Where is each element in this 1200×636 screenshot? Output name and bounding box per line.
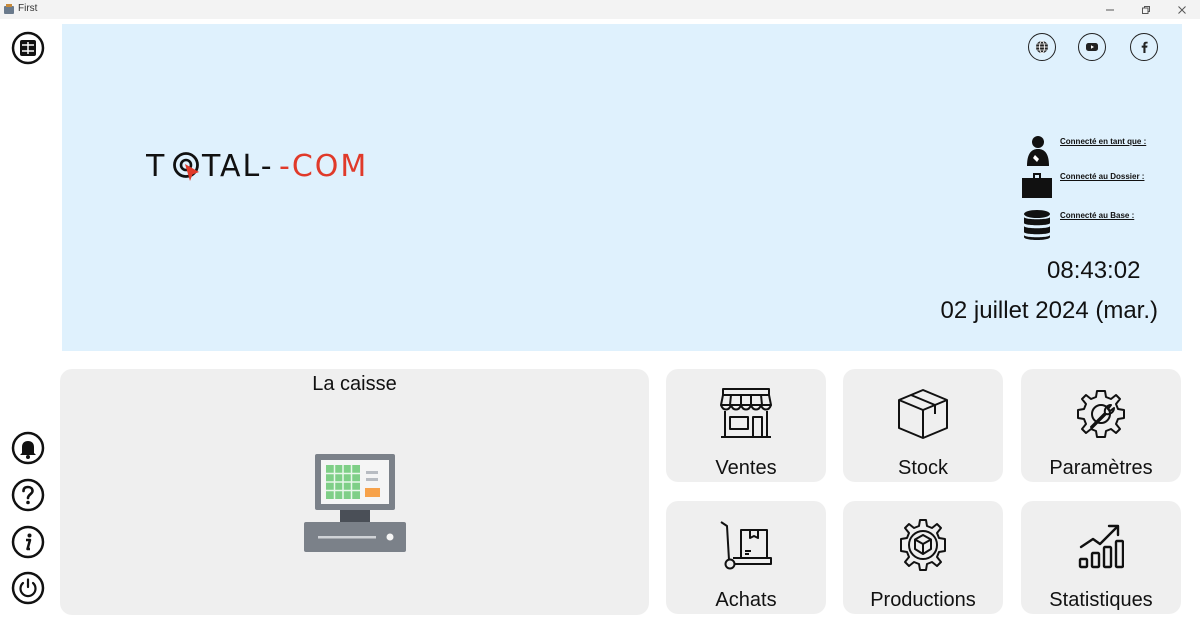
facebook-icon [1141, 41, 1148, 53]
bar-chart-icon [1078, 524, 1124, 569]
power-button[interactable] [11, 571, 45, 605]
tile-caisse[interactable]: La caisse [60, 369, 649, 615]
company-logo: T TAL- -COM [146, 149, 368, 184]
tile-stock[interactable]: Stock [843, 369, 1003, 482]
calculator-button[interactable] [11, 31, 45, 65]
info-button[interactable] [11, 525, 45, 559]
tile-parametres[interactable]: Paramètres [1021, 369, 1181, 482]
connected-user-label: Connecté en tant que : [1060, 137, 1147, 146]
tile-productions-label: Productions [870, 589, 976, 611]
notifications-button[interactable] [11, 431, 45, 465]
tile-parametres-label: Paramètres [1049, 457, 1153, 479]
minimize-button[interactable] [1092, 0, 1128, 19]
info-icon [11, 525, 45, 559]
connected-base-label: Connecté au Base : [1060, 211, 1135, 220]
tile-statistiques[interactable]: Statistiques [1021, 501, 1181, 614]
current-date: 02 juillet 2024 (mar.) [940, 297, 1158, 324]
user-icon [1027, 136, 1049, 166]
website-button[interactable] [1028, 33, 1056, 61]
title-bar: First [0, 0, 1200, 19]
calculator-icon [11, 31, 45, 65]
connected-folder-label: Connecté au Dossier : [1060, 172, 1145, 181]
database-icon [1024, 210, 1050, 240]
globe-icon [1036, 40, 1048, 54]
tile-statistiques-label: Statistiques [1049, 589, 1153, 611]
svg-text:-COM: -COM [279, 149, 368, 184]
svg-text:T: T [146, 149, 166, 184]
tile-ventes-label: Ventes [715, 457, 777, 479]
store-icon [720, 388, 772, 438]
youtube-button[interactable] [1078, 33, 1106, 61]
cash-register-icon [303, 454, 406, 552]
tile-achats-label: Achats [715, 589, 777, 611]
facebook-button[interactable] [1130, 33, 1158, 61]
tile-caisse-label: La caisse [312, 373, 397, 395]
tile-ventes[interactable]: Ventes [666, 369, 826, 482]
logo-target-icon [173, 152, 199, 181]
clock-time: 08:43:02 [1047, 257, 1141, 284]
help-button[interactable] [11, 478, 45, 512]
tile-stock-label: Stock [897, 457, 949, 479]
restore-button[interactable] [1128, 0, 1164, 19]
svg-text:TAL-: TAL- [201, 149, 274, 184]
close-button[interactable] [1164, 0, 1200, 19]
settings-icon [1077, 390, 1125, 438]
tile-achats[interactable]: Achats [666, 501, 826, 614]
youtube-icon [1086, 43, 1098, 51]
header-banner: T TAL- -COM Connecté en tant que : Conne… [62, 24, 1182, 351]
power-icon [11, 571, 45, 605]
tile-productions[interactable]: Productions [843, 501, 1003, 614]
app-icon [4, 4, 14, 14]
box-icon [898, 389, 948, 439]
help-icon [11, 478, 45, 512]
production-gear-icon [900, 519, 946, 571]
window-title: First [18, 3, 38, 14]
hand-truck-icon [720, 521, 772, 570]
bell-icon [11, 431, 45, 465]
folder-icon [1022, 173, 1052, 198]
